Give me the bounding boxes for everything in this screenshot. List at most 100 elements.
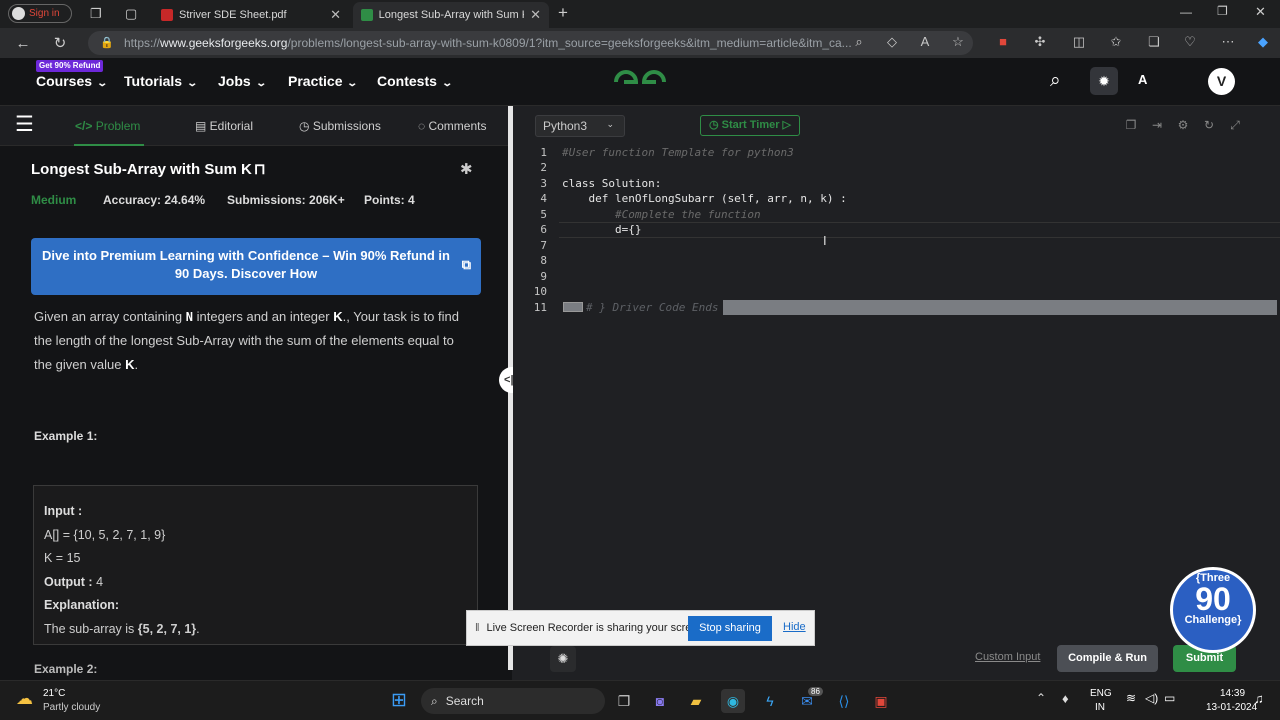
microphone-icon[interactable]: ♦: [1062, 691, 1069, 706]
tab-active[interactable]: Longest Sub-Array with Sum K | ✕: [353, 2, 549, 28]
tab-editorial[interactable]: ▤ Editorial: [195, 119, 253, 133]
more-menu-icon[interactable]: ⋯: [1220, 34, 1236, 50]
challenge-badge[interactable]: {Three 90 Challenge}: [1170, 567, 1256, 653]
lightbulb-icon[interactable]: ✺: [550, 646, 576, 672]
workspaces-icon[interactable]: ❐: [90, 6, 102, 22]
refund-badge[interactable]: Get 90% Refund: [36, 60, 104, 72]
explanation-value: {5, 2, 7, 1}: [137, 621, 197, 636]
copilot-icon[interactable]: ◆: [1255, 34, 1271, 50]
edge-icon[interactable]: ◉: [721, 689, 745, 713]
tab-submissions[interactable]: ◷ Submissions: [299, 119, 381, 133]
theme-toggle-icon[interactable]: ✹: [1090, 67, 1118, 95]
app-icon[interactable]: ϟ: [758, 689, 782, 713]
taskbar-search[interactable]: ⌕ Search: [421, 688, 605, 714]
weather-icon[interactable]: ☁: [16, 689, 33, 709]
url-prefix: https://: [124, 36, 161, 50]
language-select[interactable]: Python3 ⌄: [535, 115, 625, 137]
notification-icon[interactable]: ♫: [1254, 691, 1264, 706]
import-icon[interactable]: ⇥: [1150, 118, 1164, 132]
zoom-icon[interactable]: ⌕: [851, 34, 867, 50]
windows-start-icon[interactable]: ⊞: [387, 689, 411, 713]
favorites-icon[interactable]: ✩: [1108, 34, 1124, 50]
fullscreen-icon[interactable]: ⤢: [1228, 118, 1242, 132]
chat-icon[interactable]: ◙: [648, 689, 672, 713]
lang-bottom[interactable]: IN: [1095, 702, 1105, 713]
settings-icon[interactable]: ⚙: [1176, 118, 1190, 132]
close-window-icon[interactable]: ✕: [1255, 4, 1266, 20]
recorder-message: Live Screen Recorder is sharing your scr…: [486, 622, 707, 634]
compile-run-button[interactable]: Compile & Run: [1057, 645, 1158, 672]
profile-button[interactable]: Sign in: [8, 4, 72, 23]
code-line[interactable]: #User function Template for python3: [562, 146, 794, 159]
start-timer-button[interactable]: ◷ Start Timer ▷: [700, 115, 800, 136]
nav-courses[interactable]: Courses ⌄: [36, 73, 108, 89]
custom-input-link[interactable]: Custom Input: [975, 651, 1040, 663]
screen-share-bar: ‖ Live Screen Recorder is sharing your s…: [466, 610, 815, 646]
example-2-title: Example 2:: [34, 662, 98, 676]
code-line[interactable]: # } Driver Code Ends: [586, 301, 718, 314]
bookmark-icon[interactable]: ⊓: [254, 161, 266, 178]
url-field[interactable]: 🔒 https://www.geeksforgeeks.org/problems…: [88, 31, 973, 55]
reset-icon[interactable]: ↻: [1202, 118, 1216, 132]
battery-icon[interactable]: ▭: [1164, 691, 1175, 705]
clock-time[interactable]: 14:39: [1220, 688, 1245, 699]
premium-banner[interactable]: Dive into Premium Learning with Confiden…: [31, 238, 481, 295]
accuracy-text: Accuracy: 24.64%: [103, 193, 206, 207]
collections-icon[interactable]: ❏: [1146, 34, 1162, 50]
search-icon[interactable]: ⌕: [1050, 70, 1061, 92]
volume-icon[interactable]: ◁): [1145, 691, 1158, 705]
nav-tutorials[interactable]: Tutorials ⌄: [124, 73, 198, 89]
stop-sharing-button[interactable]: Stop sharing: [688, 616, 772, 641]
favorite-icon[interactable]: ☆: [950, 34, 966, 50]
code-line[interactable]: d={}: [562, 223, 642, 236]
clock-date[interactable]: 13-01-2024: [1206, 702, 1257, 713]
tab-label: Editorial: [209, 119, 254, 133]
code-line[interactable]: def lenOfLongSubarr (self, arr, n, k) :: [562, 192, 846, 205]
refresh-icon[interactable]: ↻: [47, 30, 73, 56]
code-line[interactable]: #Complete the function: [562, 208, 761, 221]
recorder-app-icon[interactable]: ▣: [869, 689, 893, 713]
back-icon[interactable]: ←: [10, 30, 36, 56]
tab-pdf[interactable]: Striver SDE Sheet.pdf ✕: [153, 2, 349, 28]
tab-comments[interactable]: ◌ Comments: [418, 119, 486, 133]
weather-text: Partly cloudy: [43, 702, 101, 713]
line-number: 8: [540, 254, 547, 267]
maximize-icon[interactable]: ❐: [1217, 4, 1228, 18]
line-number: 6: [540, 223, 547, 236]
line-number: 1: [540, 146, 547, 159]
code-line[interactable]: class Solution:: [562, 177, 661, 190]
close-tab-icon[interactable]: ✕: [330, 7, 341, 23]
line-gutter: 1 2 3 4 5 6 7 8 9 10 11: [513, 143, 559, 628]
split-screen-icon[interactable]: ◫: [1071, 34, 1087, 50]
wifi-icon[interactable]: ≋: [1126, 691, 1136, 705]
minimize-icon[interactable]: —: [1180, 5, 1192, 19]
nav-practice[interactable]: Practice ⌄: [288, 73, 359, 89]
nav-jobs[interactable]: Jobs ⌄: [218, 73, 267, 89]
new-tab-icon[interactable]: +: [558, 3, 568, 23]
tab-actions-icon[interactable]: ▢: [125, 6, 137, 22]
gfg-logo[interactable]: [612, 68, 668, 96]
browser-essentials-icon[interactable]: ♡: [1182, 34, 1198, 50]
avatar[interactable]: V: [1208, 68, 1235, 95]
copy-icon[interactable]: ❐: [1124, 118, 1138, 132]
nav-contests[interactable]: Contests ⌄: [377, 73, 453, 89]
lock-icon: 🔒: [100, 37, 114, 49]
translate-icon[interactable]: A: [1138, 72, 1147, 87]
read-aloud-icon[interactable]: A: [917, 34, 933, 50]
tab-problem[interactable]: </> Problem: [75, 119, 140, 133]
lang-top[interactable]: ENG: [1090, 688, 1112, 699]
hide-link[interactable]: Hide: [783, 621, 806, 633]
tag-icon[interactable]: ◇: [884, 34, 900, 50]
line-number: 11: [533, 301, 547, 314]
task-view-icon[interactable]: ❐: [612, 689, 636, 713]
close-tab-icon[interactable]: ✕: [530, 7, 541, 23]
report-bug-icon[interactable]: ✱: [460, 160, 473, 178]
extension-red-icon[interactable]: ■: [995, 34, 1011, 50]
drag-handle-icon[interactable]: ‖: [475, 622, 480, 634]
menu-icon[interactable]: ☰: [15, 112, 34, 137]
fold-marker-icon[interactable]: [563, 302, 583, 312]
vscode-icon[interactable]: ⟨⟩: [832, 689, 856, 713]
chevron-up-icon[interactable]: ⌃: [1036, 691, 1046, 705]
extensions-icon[interactable]: ✣: [1032, 34, 1048, 50]
file-explorer-icon[interactable]: ▰: [684, 689, 708, 713]
